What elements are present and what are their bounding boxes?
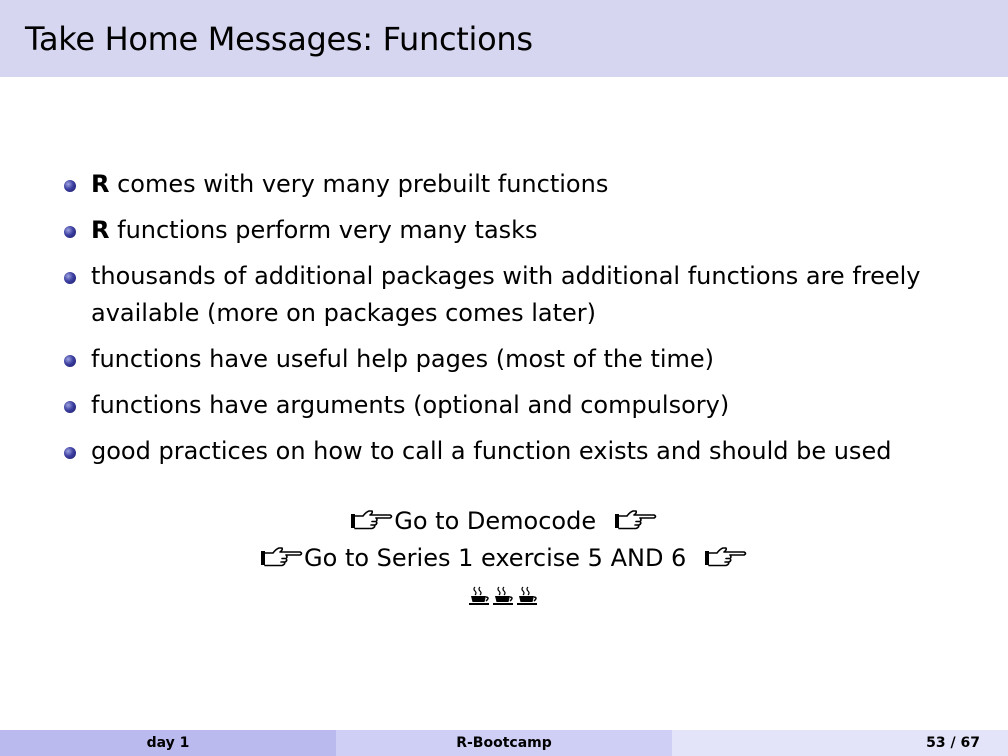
footer-day: day 1 bbox=[0, 730, 336, 756]
pointing-hand-icon bbox=[614, 509, 658, 531]
footer-page-number: 53 / 67 bbox=[672, 730, 1008, 756]
bullet-icon bbox=[64, 180, 76, 192]
bullet-icon bbox=[64, 226, 76, 238]
footer-course-label: R-Bootcamp bbox=[456, 735, 552, 751]
bullet-icon bbox=[64, 401, 76, 413]
footer-course: R-Bootcamp bbox=[336, 730, 672, 756]
bullet-icon bbox=[64, 272, 76, 284]
bullet-item: good practices on how to call a function… bbox=[62, 433, 972, 470]
bullet-item: thousands of additional packages with ad… bbox=[62, 258, 972, 332]
pointing-hand-icon bbox=[260, 546, 304, 568]
series-link-label[interactable]: Go to Series 1 exercise 5 AND 6 bbox=[304, 544, 686, 572]
pointing-hand-icon bbox=[704, 546, 748, 568]
footer-day-label: day 1 bbox=[146, 735, 190, 751]
democode-link-label[interactable]: Go to Democode bbox=[394, 507, 596, 535]
footer: day 1 R-Bootcamp 53 / 67 bbox=[0, 730, 1008, 756]
bullet-text: functions perform very many tasks bbox=[109, 216, 538, 244]
link-block: Go to Democode Go to Series 1 exercise 5… bbox=[0, 503, 1008, 614]
bullet-list: R comes with very many prebuilt function… bbox=[62, 166, 972, 479]
bullet-item: R functions perform very many tasks bbox=[62, 212, 972, 249]
bullet-text: functions have arguments (optional and c… bbox=[91, 391, 730, 419]
pointing-hand-icon bbox=[350, 509, 394, 531]
bullet-item: functions have useful help pages (most o… bbox=[62, 341, 972, 378]
bullet-item: functions have arguments (optional and c… bbox=[62, 387, 972, 424]
title-bar: Take Home Messages: Functions bbox=[0, 0, 1008, 77]
democode-link[interactable]: Go to Democode bbox=[0, 503, 1008, 540]
bullet-text: comes with very many prebuilt functions bbox=[109, 170, 609, 198]
bullet-item: R comes with very many prebuilt function… bbox=[62, 166, 972, 203]
coffee-cup-icon bbox=[492, 586, 516, 606]
bullet-bold-text: R bbox=[91, 170, 110, 198]
coffee-break bbox=[0, 577, 1008, 614]
bullet-icon bbox=[64, 355, 76, 367]
coffee-cup-icon bbox=[516, 586, 540, 606]
bullet-text: functions have useful help pages (most o… bbox=[91, 345, 715, 373]
bullet-text: thousands of additional packages with ad… bbox=[91, 262, 921, 327]
bullet-icon bbox=[64, 447, 76, 459]
coffee-cup-icon bbox=[468, 586, 492, 606]
bullet-text: good practices on how to call a function… bbox=[91, 437, 892, 465]
slide-title: Take Home Messages: Functions bbox=[25, 20, 533, 58]
series-link[interactable]: Go to Series 1 exercise 5 AND 6 bbox=[0, 540, 1008, 577]
footer-page-label: 53 / 67 bbox=[926, 735, 980, 751]
bullet-bold-text: R bbox=[91, 216, 110, 244]
